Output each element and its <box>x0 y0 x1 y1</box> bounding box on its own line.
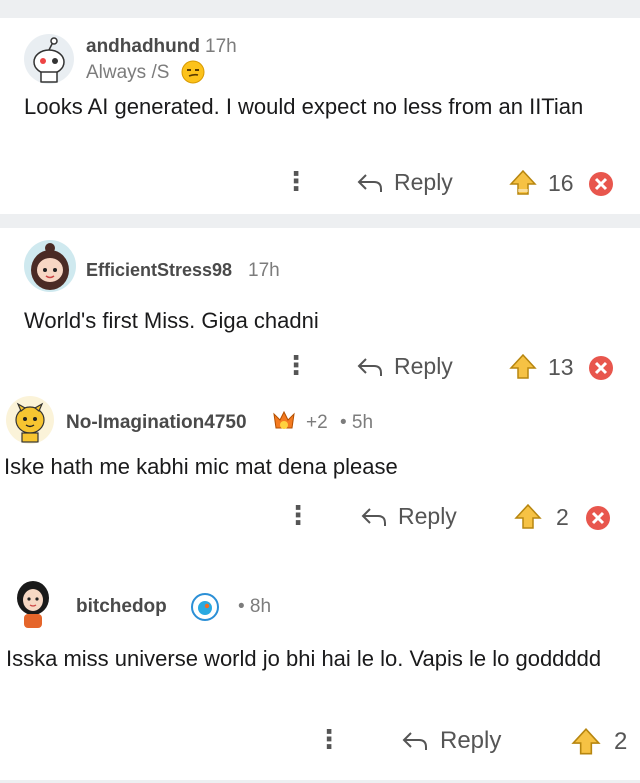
username[interactable]: EfficientStress98 <box>86 260 232 281</box>
timestamp: 17h <box>205 36 237 57</box>
downvote-icon[interactable] <box>588 171 614 202</box>
separator <box>0 214 640 228</box>
timestamp: • 8h <box>238 596 272 617</box>
avatar[interactable] <box>6 396 54 444</box>
top-separator <box>0 0 640 18</box>
upvote-icon[interactable] <box>508 168 538 203</box>
comment-body: Looks AI generated. I would expect no le… <box>24 94 584 119</box>
more-options-icon[interactable]: ⋮ <box>285 502 311 528</box>
downvote-icon[interactable] <box>585 505 611 536</box>
timestamp: • 5h <box>340 412 374 433</box>
reply-button[interactable]: Reply <box>356 353 453 380</box>
timestamp: 17h <box>248 260 280 281</box>
achievement-badge-icon <box>270 408 298 441</box>
username[interactable]: andhadhund <box>86 36 200 58</box>
vote-count: 16 <box>548 170 574 196</box>
comment-body: Iske hath me kabhi mic mat dena please <box>4 454 398 479</box>
comment-body: World's first Miss. Giga chadni <box>24 308 319 333</box>
comment-body: Isska miss universe world jo bhi hai le … <box>6 646 602 671</box>
comment-4: bitchedop • 8h Isska miss universe world… <box>0 570 640 783</box>
reply-arrow-icon <box>361 507 386 526</box>
reply-label: Reply <box>440 727 502 754</box>
comment-actions: ⋮ Reply 16 <box>0 164 640 204</box>
upvote-icon[interactable] <box>508 352 538 387</box>
comment-1: andhadhund 17h Always /S Looks AI genera… <box>0 18 640 214</box>
reply-arrow-icon <box>402 732 427 750</box>
reply-button[interactable]: Reply <box>400 727 501 755</box>
reply-arrow-icon <box>357 173 382 192</box>
vote-count: 2 <box>614 728 628 755</box>
comment-3: No-Imagination4750 +2 • 5h Iske hath me … <box>0 390 640 550</box>
smirk-emoji-icon <box>181 60 205 89</box>
upvote-icon[interactable] <box>513 502 543 537</box>
reply-button[interactable]: Reply <box>356 169 453 196</box>
reply-label: Reply <box>398 503 457 529</box>
vote-count: 2 <box>556 504 569 530</box>
comment-actions: ⋮ Reply 13 <box>0 348 640 388</box>
username[interactable]: No-Imagination4750 <box>66 412 247 434</box>
comment-actions: ⋮ Reply 2 <box>0 722 640 762</box>
reply-label: Reply <box>394 169 453 195</box>
reply-arrow-icon <box>357 357 382 376</box>
reply-button[interactable]: Reply <box>360 503 457 530</box>
avatar[interactable] <box>24 240 76 292</box>
more-options-icon[interactable]: ⋮ <box>316 726 342 752</box>
avatar[interactable] <box>24 34 74 84</box>
vote-count: 13 <box>548 354 574 380</box>
snoo-badge-icon <box>190 592 220 627</box>
downvote-icon[interactable] <box>588 355 614 386</box>
reply-label: Reply <box>394 353 453 379</box>
avatar[interactable] <box>6 576 60 630</box>
more-options-icon[interactable]: ⋮ <box>283 168 309 194</box>
more-options-icon[interactable]: ⋮ <box>283 352 309 378</box>
upvote-icon[interactable] <box>570 726 602 763</box>
extra-badges-count: +2 <box>306 412 328 433</box>
username[interactable]: bitchedop <box>76 596 167 618</box>
comment-2: EfficientStress98 17h World's first Miss… <box>0 228 640 390</box>
comment-actions: ⋮ Reply 2 <box>0 498 640 538</box>
user-flair: Always /S <box>86 62 170 83</box>
